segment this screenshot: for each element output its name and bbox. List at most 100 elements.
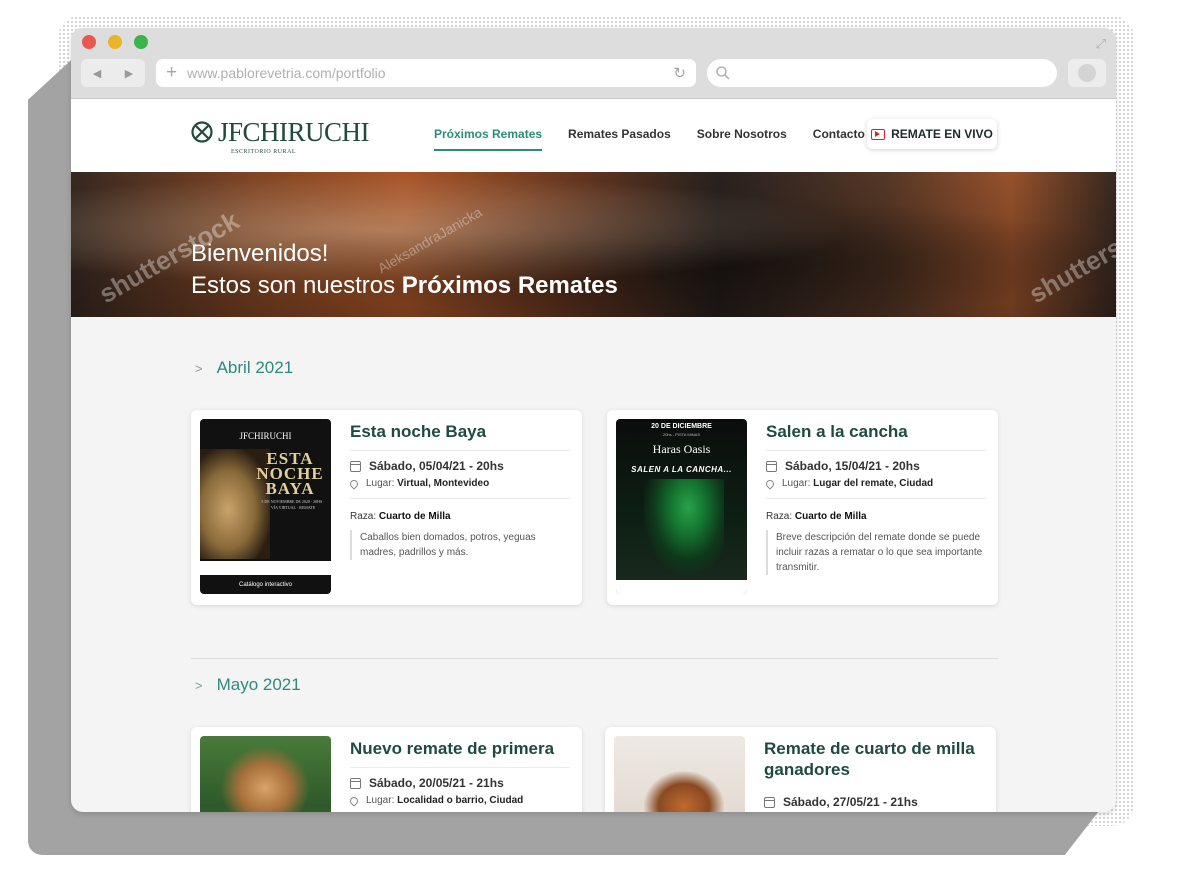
auction-date: Sábado, 05/04/21 - 20hs — [350, 459, 504, 473]
sponsor-bar — [616, 580, 747, 594]
chevron-right-icon: > — [195, 360, 203, 376]
extension-button[interactable] — [1068, 59, 1106, 87]
horse-image — [644, 771, 724, 812]
calendar-icon — [766, 460, 777, 472]
divider — [350, 450, 570, 451]
menu-item-contacto[interactable]: Contacto — [813, 127, 865, 151]
auction-description: Caballos bien domados, potros, yeguas ma… — [350, 530, 570, 560]
url-text: www.pablorevetria.com/portfolio — [187, 65, 386, 81]
breed-label: Raza: — [766, 511, 795, 522]
section-divider — [191, 658, 998, 659]
search-field[interactable] — [707, 59, 1057, 87]
forward-icon[interactable]: ▶ — [125, 67, 133, 80]
auction-place: Lugar: Lugar del remate, Ciudad — [764, 477, 933, 490]
hero-line-2: Estos son nuestros Próximos Remates — [191, 270, 618, 302]
auction-breed: Raza: Cuarto de Milla — [766, 511, 867, 522]
site-header: JFCHIRUCHI ESCRITORIO RURAL Próximos Rem… — [71, 99, 1116, 172]
place-label: Lugar: — [366, 478, 398, 489]
month-header-abril[interactable]: > Abril 2021 — [195, 358, 293, 378]
location-pin-icon — [764, 477, 776, 490]
auction-date-text: Sábado, 15/04/21 - 20hs — [785, 459, 920, 473]
auction-poster — [614, 736, 745, 812]
auction-card[interactable]: 20 DE DICIEMBRE 20hs - PISTA MINAS Haras… — [607, 410, 998, 605]
logo-name: JFCHIRUCHI — [218, 117, 370, 147]
auction-card[interactable]: Remate de cuarto de milla ganadores Sába… — [605, 727, 996, 812]
divider — [766, 498, 986, 499]
divider — [350, 498, 570, 499]
back-icon[interactable]: ◀ — [93, 67, 101, 80]
auction-place: Lugar: Localidad o barrio, Ciudad — [348, 794, 524, 807]
breed-value: Cuarto de Milla — [378, 511, 451, 522]
place-value: Localidad o barrio, Ciudad — [397, 795, 524, 806]
auction-poster — [200, 736, 331, 812]
auction-poster: JFCHIRUCHI ESTA NOCHE BAYA 5 DE NOVIEMBR… — [200, 419, 331, 594]
watermark-right: shutterstock — [1023, 205, 1116, 310]
auction-title[interactable]: Remate de cuarto de milla ganadores — [764, 738, 984, 780]
reload-icon[interactable]: ↻ — [673, 64, 686, 82]
hero-banner: shutterstock AleksandraJanicka shutterst… — [71, 172, 1116, 317]
auction-date-text: Sábado, 05/04/21 - 20hs — [369, 459, 504, 473]
breed-value: Cuarto de Milla — [794, 511, 867, 522]
month-label: Abril 2021 — [216, 358, 294, 377]
calendar-icon — [764, 796, 775, 808]
close-window-button[interactable] — [82, 35, 96, 49]
hero-heading: Bienvenidos! Estos son nuestros Próximos… — [191, 238, 618, 302]
auction-card[interactable]: Nuevo remate de primera Sábado, 20/05/21… — [191, 727, 582, 812]
auction-date-text: Sábado, 27/05/21 - 21hs — [783, 795, 918, 809]
divider — [350, 767, 570, 768]
logo-subtitle: ESCRITORIO RURAL — [231, 149, 297, 155]
hero-line-2-prefix: Estos son nuestros — [191, 272, 402, 299]
auction-description: Breve descripción del remate donde se pu… — [766, 530, 986, 575]
sponsor-bar — [200, 561, 331, 575]
menu-item-proximos-remates[interactable]: Próximos Remates — [434, 127, 543, 151]
poster-headline: ESTA NOCHE BAYA — [256, 449, 324, 498]
poster-details: 5 DE NOVIEMBRE DE 2020 · 20HS · VÍA VIRT… — [261, 499, 325, 510]
new-tab-icon[interactable]: + — [166, 62, 177, 84]
hero-line-2-bold: Próximos Remates — [401, 272, 618, 299]
place-value: Virtual, Montevideo — [397, 478, 490, 489]
calendar-icon — [350, 777, 361, 789]
history-nav: ◀ ▶ — [81, 59, 145, 87]
auction-title[interactable]: Salen a la cancha — [766, 421, 986, 442]
menu-item-sobre-nosotros[interactable]: Sobre Nosotros — [697, 127, 787, 151]
menu-item-remates-pasados[interactable]: Remates Pasados — [568, 127, 671, 151]
auction-date: Sábado, 20/05/21 - 21hs — [350, 776, 504, 790]
month-header-mayo[interactable]: > Mayo 2021 — [195, 675, 301, 695]
auction-card[interactable]: JFCHIRUCHI ESTA NOCHE BAYA 5 DE NOVIEMBR… — [191, 410, 582, 605]
horse-image — [220, 746, 310, 812]
site-logo[interactable]: JFCHIRUCHI ESCRITORIO RURAL — [191, 117, 370, 155]
location-pin-icon — [348, 477, 360, 490]
place-label: Lugar: — [782, 478, 814, 489]
logo-emblem-icon — [191, 121, 213, 143]
minimize-window-button[interactable] — [108, 35, 122, 49]
location-pin-icon — [348, 794, 360, 807]
auction-title[interactable]: Nuevo remate de primera — [350, 738, 570, 759]
auction-date: Sábado, 15/04/21 - 20hs — [766, 459, 920, 473]
live-auction-label: REMATE EN VIVO — [891, 127, 993, 141]
poster-headline: SALEN A LA CANCHA... — [631, 465, 732, 474]
auction-title[interactable]: Esta noche Baya — [350, 421, 570, 442]
search-icon — [716, 66, 730, 80]
poster-date: 20 DE DICIEMBRE — [651, 423, 712, 430]
month-label: Mayo 2021 — [216, 675, 301, 694]
live-auction-button[interactable]: REMATE EN VIVO — [867, 119, 997, 149]
main-menu: Próximos Remates Remates Pasados Sobre N… — [434, 127, 865, 151]
poster-footer: Catálogo interactivo — [238, 582, 293, 588]
jockey-image — [644, 479, 724, 574]
poster-brand: Haras Oasis — [652, 442, 711, 456]
poster-venue: 20hs - PISTA MINAS — [662, 432, 701, 437]
chevron-right-icon: > — [195, 677, 203, 693]
breed-label: Raza: — [350, 511, 379, 522]
poster-brand: JFCHIRUCHI — [239, 431, 292, 441]
place-label: Lugar: — [366, 795, 398, 806]
fullscreen-icon[interactable]: ⤢ — [1096, 36, 1106, 52]
browser-window: ⤢ ◀ ▶ + www.pablorevetria.com/portfolio … — [71, 28, 1116, 812]
divider — [766, 450, 986, 451]
auction-poster: 20 DE DICIEMBRE 20hs - PISTA MINAS Haras… — [616, 419, 747, 594]
address-bar[interactable]: + www.pablorevetria.com/portfolio ↻ — [156, 59, 696, 87]
browser-toolbar: ⤢ ◀ ▶ + www.pablorevetria.com/portfolio … — [71, 28, 1116, 99]
auction-date-text: Sábado, 20/05/21 - 21hs — [369, 776, 504, 790]
auction-date: Sábado, 27/05/21 - 21hs — [764, 795, 918, 809]
maximize-window-button[interactable] — [134, 35, 148, 49]
auction-place: Lugar: Virtual, Montevideo — [348, 477, 490, 490]
